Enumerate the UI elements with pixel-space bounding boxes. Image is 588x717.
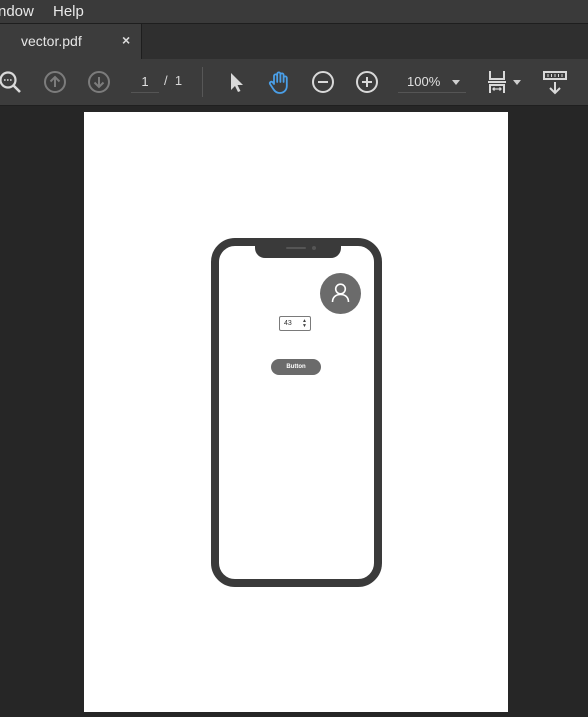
hand-tool-icon[interactable]: [266, 69, 292, 95]
stepper-arrows-icon: ▲ ▼: [302, 318, 307, 329]
menu-bar: ndow Help: [0, 0, 588, 23]
toolbar-divider: [202, 67, 203, 97]
chevron-down-icon: [452, 80, 460, 85]
tab-title: vector.pdf: [21, 33, 82, 49]
page-separator: /: [164, 73, 168, 88]
phone-speaker: [286, 247, 306, 249]
phone-notch: [255, 244, 341, 258]
menu-window[interactable]: ndow: [0, 3, 34, 20]
tab-bar: vector.pdf ×: [0, 23, 588, 60]
select-cursor-icon[interactable]: [223, 69, 249, 95]
zoom-out-icon[interactable]: [310, 69, 336, 95]
phone-camera: [312, 246, 316, 250]
zoom-value: 100%: [407, 74, 441, 89]
avatar: [320, 273, 361, 314]
quantity-stepper: 43 ▲ ▼: [279, 316, 311, 331]
zoom-search-icon[interactable]: [0, 69, 24, 95]
fit-chevron-down-icon[interactable]: [513, 80, 521, 85]
fit-page-icon[interactable]: [485, 69, 511, 95]
phone-frame: 43 ▲ ▼ Button: [211, 238, 382, 587]
mockup-button: Button: [271, 359, 321, 375]
user-icon: [331, 283, 350, 303]
menu-help[interactable]: Help: [53, 3, 84, 20]
pdf-page: 43 ▲ ▼ Button: [84, 112, 508, 712]
close-icon[interactable]: ×: [122, 32, 130, 48]
toolbar: 1 / 1 100%: [0, 59, 588, 106]
previous-page-icon[interactable]: [42, 69, 68, 95]
next-page-icon[interactable]: [86, 69, 112, 95]
stepper-value: 43: [284, 320, 292, 327]
read-mode-icon[interactable]: [542, 69, 568, 95]
zoom-in-icon[interactable]: [354, 69, 380, 95]
page-number-input[interactable]: 1: [131, 71, 159, 93]
page-count: / 1: [164, 73, 182, 88]
page-total: 1: [174, 73, 183, 88]
tab-vector-pdf[interactable]: vector.pdf ×: [0, 24, 142, 60]
zoom-level-select[interactable]: 100%: [398, 71, 466, 93]
